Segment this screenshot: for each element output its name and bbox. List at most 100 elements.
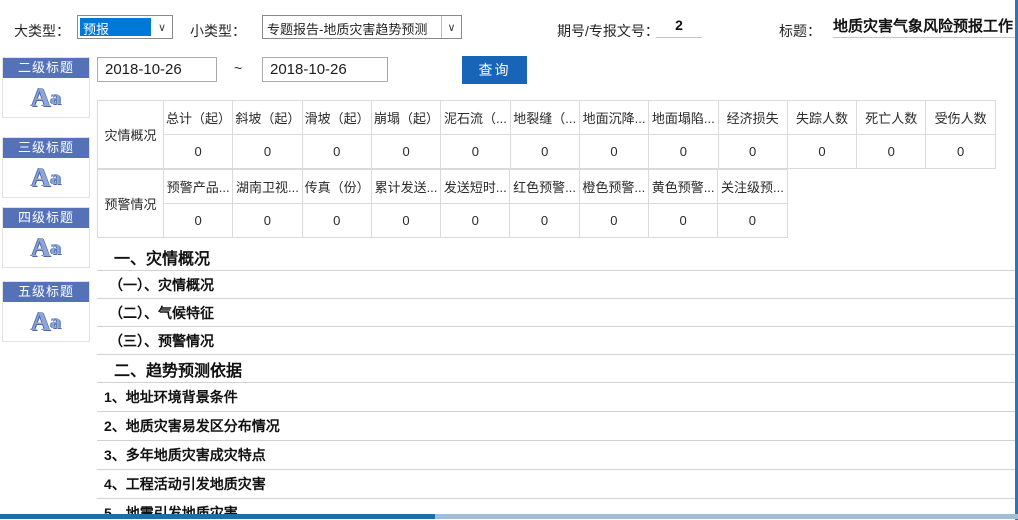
major-type-label: 大类型： bbox=[14, 21, 70, 41]
outline-item[interactable]: 1、地址环境背景条件 bbox=[97, 383, 1015, 412]
outline-item[interactable]: （一）、灾情概况 bbox=[97, 271, 1015, 299]
query-button[interactable]: 查询 bbox=[462, 56, 527, 84]
font-style-icon: Aa bbox=[3, 78, 89, 116]
value-cell: 0 bbox=[233, 135, 302, 169]
font-style-icon-letter: a bbox=[51, 309, 62, 334]
column-header-cell: 地面沉降... bbox=[579, 101, 648, 135]
value-cell: 0 bbox=[441, 204, 510, 238]
value-cell: 0 bbox=[579, 135, 648, 169]
font-style-icon-letter: a bbox=[51, 235, 62, 260]
column-header-cell: 泥石流（... bbox=[441, 101, 510, 135]
value-cell: 0 bbox=[164, 204, 233, 238]
major-type-selected-value: 预报 bbox=[80, 18, 151, 36]
outline-item[interactable]: 二、趋势预测依据 bbox=[97, 355, 1015, 383]
issue-number-field[interactable]: 2 bbox=[656, 17, 702, 38]
chevron-down-icon[interactable]: ∨ bbox=[441, 16, 461, 38]
font-style-icon-letter: a bbox=[51, 165, 62, 190]
summary-table-group: 预警情况预警产品...湖南卫视...传真（份）累计发送...发送短时...红色预… bbox=[97, 169, 788, 238]
font-style-icon-letter: A bbox=[31, 232, 51, 263]
table-header-row: 预警情况预警产品...湖南卫视...传真（份）累计发送...发送短时...红色预… bbox=[98, 170, 788, 204]
value-cell: 0 bbox=[718, 204, 787, 238]
value-cell: 0 bbox=[371, 135, 440, 169]
value-cell: 0 bbox=[371, 204, 440, 238]
table-value-row: 000000000 bbox=[98, 204, 788, 238]
value-cell: 0 bbox=[164, 135, 233, 169]
document-outline: 一、灾情概况（一）、灾情概况（二）、气候特征（三）、预警情况二、趋势预测依据1、… bbox=[97, 243, 1015, 515]
outline-item[interactable]: 4、工程活动引发地质灾害 bbox=[97, 470, 1015, 499]
font-style-icon: Aa bbox=[3, 228, 89, 266]
column-header-cell: 总计（起） bbox=[164, 101, 233, 135]
value-cell: 0 bbox=[302, 204, 371, 238]
column-header-cell: 崩塌（起） bbox=[371, 101, 440, 135]
font-style-icon-letter: a bbox=[51, 85, 62, 110]
table-header-row: 灾情概况总计（起）斜坡（起）滑坡（起）崩塌（起）泥石流（...地裂缝（...地面… bbox=[98, 101, 996, 135]
outline-item[interactable]: （三）、预警情况 bbox=[97, 327, 1015, 355]
report-editor-window: 大类型： 预报 ∨ 小类型： 专题报告-地质灾害趋势预测 ∨ 期号/专报文号： … bbox=[0, 0, 1018, 520]
value-cell: 0 bbox=[233, 204, 302, 238]
value-cell: 0 bbox=[718, 135, 787, 169]
summary-table-group: 灾情概况总计（起）斜坡（起）滑坡（起）崩塌（起）泥石流（...地裂缝（...地面… bbox=[97, 100, 996, 169]
column-header-cell: 滑坡（起） bbox=[302, 101, 371, 135]
outline-item[interactable]: 3、多年地质灾害成灾特点 bbox=[97, 441, 1015, 470]
table-value-row: 000000000000 bbox=[98, 135, 996, 169]
value-cell: 0 bbox=[302, 135, 371, 169]
minor-type-select[interactable]: 专题报告-地质灾害趋势预测 ∨ bbox=[262, 15, 462, 39]
date-from-field[interactable]: 2018-10-26 bbox=[97, 57, 217, 82]
value-cell: 0 bbox=[787, 135, 856, 169]
horizontal-scrollbar[interactable] bbox=[0, 514, 1018, 519]
row-group-header: 预警情况 bbox=[98, 170, 164, 238]
value-cell: 0 bbox=[649, 135, 718, 169]
value-cell: 0 bbox=[441, 135, 510, 169]
sidebar-item-label: 四级标题 bbox=[3, 208, 89, 228]
column-header-cell: 湖南卫视... bbox=[233, 170, 302, 204]
value-cell: 0 bbox=[926, 135, 995, 169]
column-header-cell: 橙色预警... bbox=[579, 170, 648, 204]
minor-type-label: 小类型： bbox=[190, 21, 246, 41]
minor-type-selected-value: 专题报告-地质灾害趋势预测 bbox=[263, 16, 441, 38]
column-header-cell: 预警产品... bbox=[164, 170, 233, 204]
value-cell: 0 bbox=[510, 135, 579, 169]
sidebar-item-heading-level-4[interactable]: 四级标题Aa bbox=[2, 207, 90, 268]
value-cell: 0 bbox=[579, 204, 648, 238]
issue-number-label: 期号/专报文号： bbox=[557, 21, 659, 41]
column-header-cell: 经济损失 bbox=[718, 101, 787, 135]
column-header-cell: 关注级预... bbox=[718, 170, 787, 204]
sidebar-item-label: 三级标题 bbox=[3, 138, 89, 158]
sidebar-item-heading-level-2[interactable]: 二级标题Aa bbox=[2, 57, 90, 118]
outline-item[interactable]: 一、灾情概况 bbox=[97, 243, 1015, 271]
value-cell: 0 bbox=[648, 204, 717, 238]
summary-table: 灾情概况总计（起）斜坡（起）滑坡（起）崩塌（起）泥石流（...地裂缝（...地面… bbox=[97, 100, 996, 238]
sidebar-item-heading-level-3[interactable]: 三级标题Aa bbox=[2, 137, 90, 198]
column-header-cell: 地裂缝（... bbox=[510, 101, 579, 135]
font-style-icon-letter: A bbox=[31, 306, 51, 337]
title-field[interactable]: 地质灾害气象风险预报工作日报 bbox=[833, 15, 1015, 38]
major-type-select[interactable]: 预报 ∨ bbox=[77, 15, 173, 39]
row-group-header: 灾情概况 bbox=[98, 101, 164, 169]
font-style-icon-letter: A bbox=[31, 162, 51, 193]
chevron-down-icon[interactable]: ∨ bbox=[152, 16, 172, 38]
value-cell: 0 bbox=[857, 135, 926, 169]
column-header-cell: 死亡人数 bbox=[857, 101, 926, 135]
column-header-cell: 发送短时... bbox=[441, 170, 510, 204]
sidebar-item-label: 五级标题 bbox=[3, 282, 89, 302]
column-header-cell: 传真（份） bbox=[302, 170, 371, 204]
date-to-field[interactable]: 2018-10-26 bbox=[262, 57, 388, 82]
outline-item[interactable]: 2、地质灾害易发区分布情况 bbox=[97, 412, 1015, 441]
column-header-cell: 失踪人数 bbox=[787, 101, 856, 135]
column-header-cell: 斜坡（起） bbox=[233, 101, 302, 135]
column-header-cell: 受伤人数 bbox=[926, 101, 995, 135]
outline-item[interactable]: 5、地震引发地质灾害 bbox=[97, 499, 1015, 515]
font-style-icon-letter: A bbox=[31, 82, 51, 113]
font-style-icon: Aa bbox=[3, 302, 89, 340]
scrollbar-track[interactable] bbox=[435, 514, 1018, 519]
font-style-icon: Aa bbox=[3, 158, 89, 196]
title-label: 标题： bbox=[779, 21, 821, 41]
column-header-cell: 累计发送... bbox=[371, 170, 440, 204]
outline-item[interactable]: （二）、气候特征 bbox=[97, 299, 1015, 327]
date-range-separator: ~ bbox=[234, 60, 242, 76]
scrollbar-thumb[interactable] bbox=[0, 514, 435, 519]
sidebar-item-heading-level-5[interactable]: 五级标题Aa bbox=[2, 281, 90, 342]
value-cell: 0 bbox=[510, 204, 579, 238]
column-header-cell: 黄色预警... bbox=[648, 170, 717, 204]
column-header-cell: 地面塌陷... bbox=[649, 101, 718, 135]
